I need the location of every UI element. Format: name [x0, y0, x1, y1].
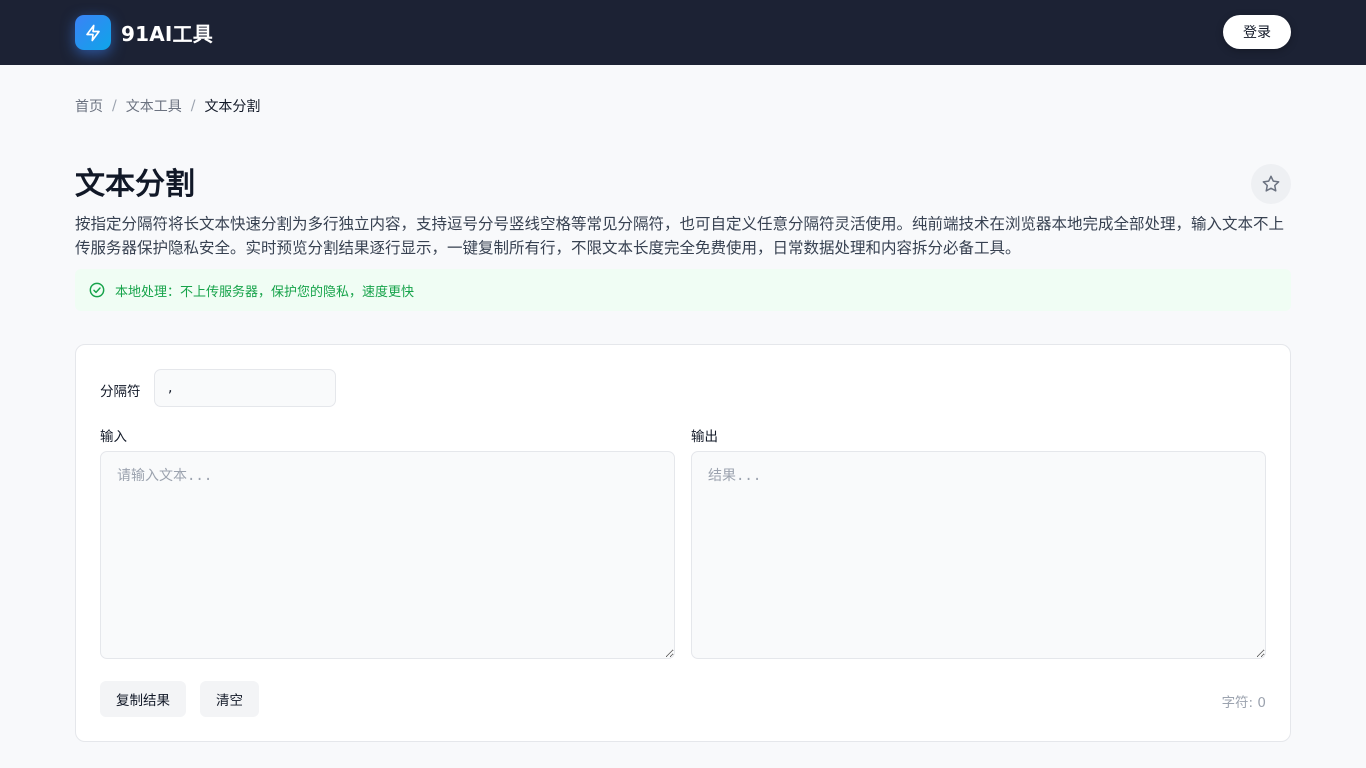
char-count: 字符: 0 — [1221, 695, 1266, 711]
favorite-button[interactable] — [1251, 164, 1291, 204]
login-button[interactable]: 登录 — [1223, 15, 1291, 49]
copy-result-button[interactable]: 复制结果 — [100, 681, 186, 717]
breadcrumb: 首页 / 文本工具 / 文本分割 — [75, 96, 260, 116]
input-label: 输入 — [100, 429, 127, 445]
star-icon — [1261, 174, 1281, 194]
breadcrumb-text-tools[interactable]: 文本工具 — [126, 96, 182, 116]
page-description: 按指定分隔符将长文本快速分割为多行独立内容，支持逗号分号竖线空格等常见分隔符，也… — [75, 215, 1285, 257]
output-label: 输出 — [691, 429, 718, 445]
breadcrumb-home[interactable]: 首页 — [75, 96, 103, 116]
breadcrumb-separator: / — [190, 98, 196, 114]
output-textarea[interactable] — [691, 451, 1266, 659]
breadcrumb-separator: / — [112, 98, 117, 114]
logo[interactable]: 91AI工具 — [75, 15, 213, 50]
input-textarea[interactable] — [100, 451, 675, 659]
check-circle-icon — [89, 282, 105, 298]
top-navbar: 91AI工具 登录 — [0, 0, 1366, 65]
notice-text: 本地处理：不上传服务器，保护您的隐私，速度更快 — [115, 284, 415, 300]
local-processing-notice: 本地处理：不上传服务器，保护您的隐私，速度更快 — [75, 269, 1291, 311]
page-title: 文本分割 — [75, 167, 195, 202]
clear-button[interactable]: 清空 — [200, 681, 259, 717]
separator-input[interactable] — [154, 369, 336, 407]
logo-text: 91AI工具 — [121, 22, 213, 46]
separator-label: 分隔符 — [100, 384, 141, 400]
lightning-icon — [75, 15, 111, 50]
tool-card: 分隔符 输入 输出 复制结果 清空 字符: 0 — [75, 344, 1291, 742]
breadcrumb-current: 文本分割 — [204, 99, 261, 115]
